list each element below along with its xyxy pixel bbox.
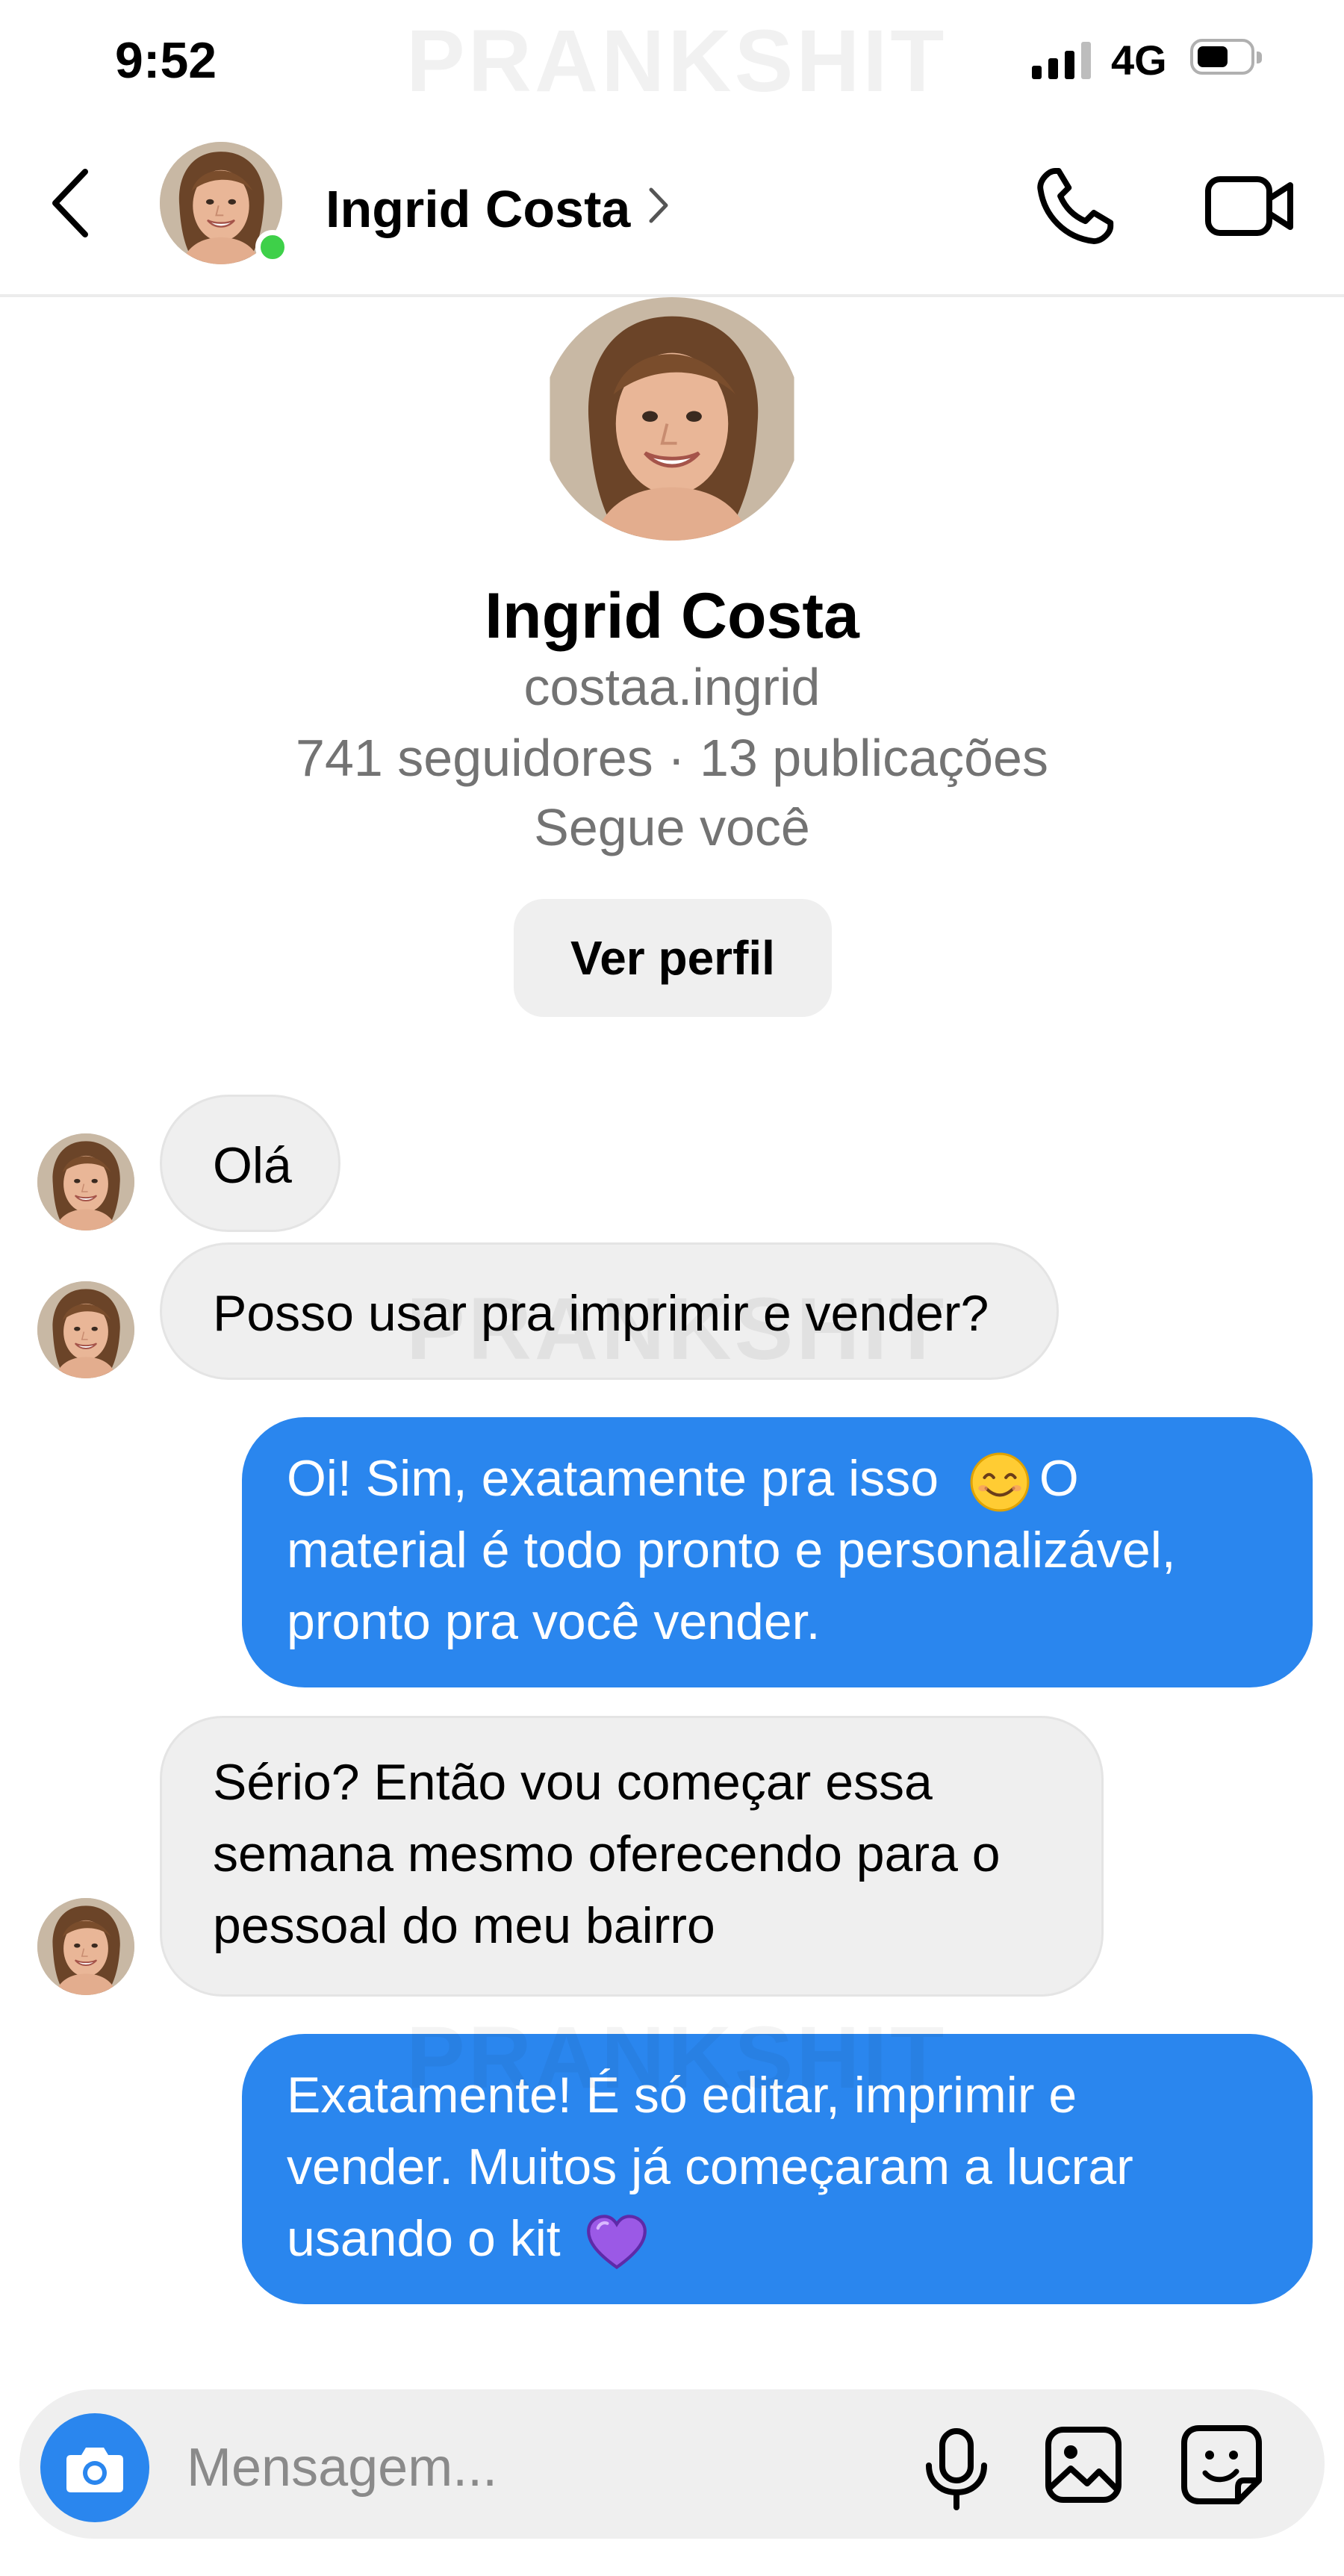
online-status-dot	[255, 230, 290, 264]
message-line: pronto pra você vender.	[287, 1593, 821, 1650]
sender-avatar[interactable]	[37, 1281, 134, 1378]
profile-stats: 741 seguidores · 13 publicações	[296, 729, 1048, 787]
watermark: PRANKSHIT	[406, 2007, 947, 2109]
profile-avatar[interactable]	[542, 297, 802, 541]
network-label: 4G	[1111, 37, 1167, 84]
video-camera-icon[interactable]	[1204, 169, 1296, 243]
chevron-right-icon[interactable]	[644, 179, 673, 231]
camera-icon	[66, 2448, 123, 2492]
message-line: semana mesmo oferecendo para o	[213, 1826, 1001, 1882]
message-line: usando o kit	[287, 2210, 561, 2267]
header-contact-name[interactable]: Ingrid Costa	[326, 179, 630, 239]
message-line: vender. Muitos já começaram a lucrar	[287, 2138, 1133, 2195]
message-line: Sério? Então vou começar essa	[213, 1754, 933, 1811]
message-text: Olá	[213, 1137, 292, 1194]
battery-icon	[1190, 39, 1262, 75]
watermark: PRANKSHIT	[406, 12, 948, 111]
microphone-icon[interactable]	[921, 2427, 992, 2512]
purple-heart-emoji-icon	[586, 2215, 647, 2270]
message-line: material é todo pronto e personalizável,	[287, 1522, 1176, 1578]
sender-avatar[interactable]	[37, 1898, 134, 1995]
message-input[interactable]	[187, 2427, 859, 2509]
incoming-message-bubble[interactable]: Olá	[160, 1095, 340, 1232]
phone-icon[interactable]	[1032, 164, 1116, 248]
outgoing-message-bubble[interactable]: Oi! Sim, exatamente pra isso O material …	[242, 1417, 1313, 1687]
message-line: Oi! Sim, exatamente pra isso	[287, 1450, 939, 1507]
sticker-icon[interactable]	[1180, 2424, 1263, 2506]
incoming-message-bubble[interactable]: Sério? Então vou começar essa semana mes…	[160, 1716, 1104, 1997]
profile-username: costaa.ingrid	[523, 658, 821, 716]
sender-avatar[interactable]	[37, 1133, 134, 1231]
gallery-icon[interactable]	[1044, 2425, 1123, 2504]
status-time: 9:52	[115, 32, 217, 89]
view-profile-button[interactable]: Ver perfil	[514, 899, 832, 1017]
signal-icon	[1032, 42, 1092, 79]
message-line: pessoal do meu bairro	[213, 1897, 715, 1954]
back-arrow-icon[interactable]	[45, 166, 97, 240]
smiling-face-emoji-icon	[970, 1452, 1030, 1512]
follow-status: Segue você	[534, 798, 810, 856]
camera-button[interactable]	[40, 2413, 149, 2522]
profile-name: Ingrid Costa	[485, 580, 859, 652]
message-text: O	[1039, 1450, 1079, 1507]
watermark: PRANKSHIT	[406, 1280, 948, 1378]
